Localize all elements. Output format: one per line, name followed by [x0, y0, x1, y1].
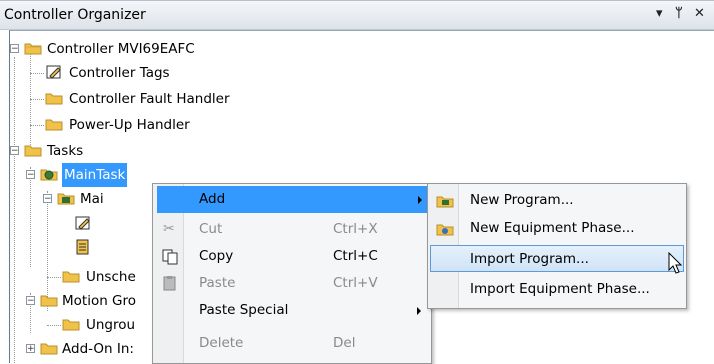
tree-item-label: Ungrou [86, 317, 136, 333]
program-icon [57, 193, 75, 205]
menu-item-cut[interactable]: ✂ Cut Ctrl+X [155, 216, 429, 243]
tree-item-label: Tasks [47, 143, 84, 159]
menu-item-label: Paste Special [199, 302, 289, 318]
tree-item-controller-tags[interactable]: Controller Tags [10, 61, 310, 85]
menu-item-label: Add [199, 191, 226, 207]
folder-icon [62, 271, 80, 283]
menu-item-paste-special[interactable]: Paste Special [155, 297, 429, 324]
menu-item-shortcut: Ctrl+X [333, 221, 378, 237]
folder-icon [40, 295, 58, 307]
tree-item-unscheduled[interactable]: Unsche [10, 265, 160, 289]
folder-icon [24, 43, 42, 55]
menu-item-label: Paste [199, 275, 236, 291]
tree-item-label: Add-On In: [62, 341, 134, 357]
menu-item-import-program[interactable]: Import Program... [430, 245, 684, 272]
tree-item-label: MainTask [62, 163, 128, 187]
scissors-icon: ✂ [163, 221, 175, 237]
tree-item-label: Power-Up Handler [69, 117, 190, 133]
pin-icon[interactable]: ᛘ [675, 6, 683, 21]
menu-item-label: New Program... [470, 192, 574, 208]
tree-item-label: Controller Tags [69, 65, 170, 81]
collapse-icon[interactable]: − [26, 170, 35, 180]
folder-icon [40, 343, 58, 355]
tree-item-label: Controller MVI69EAFC [47, 41, 195, 57]
tree-item-tasks[interactable]: − Tasks [10, 139, 310, 163]
routine-icon [76, 239, 89, 255]
menu-item-label: New Equipment Phase... [470, 220, 635, 236]
menu-item-paste[interactable]: Paste Ctrl+V [155, 270, 429, 297]
menu-item-label: Cut [199, 221, 223, 237]
copy-icon [162, 249, 178, 265]
tree-item-powerup-handler[interactable]: Power-Up Handler [10, 113, 310, 137]
new-program-icon [436, 196, 454, 208]
paste-icon [163, 276, 176, 291]
folder-icon [62, 319, 80, 331]
menu-item-delete[interactable]: Delete Del [155, 330, 429, 357]
dropdown-icon[interactable]: ▾ [656, 6, 663, 21]
submenu-arrow-icon [418, 196, 422, 204]
controller-organizer-panel: Controller Organizer ▾ ᛘ ✕ − Controller … [0, 0, 714, 364]
folder-icon [45, 93, 63, 105]
tree-item-label: Mai [80, 191, 104, 207]
tags-icon [46, 65, 61, 79]
menu-item-add[interactable]: Add [157, 186, 428, 213]
tree-item-label: Unsche [86, 269, 136, 285]
context-menu: Add ✂ Cut Ctrl+X Copy Ctrl+C Paste Ctrl+… [152, 183, 432, 364]
menu-item-label: Import Equipment Phase... [470, 281, 650, 297]
menu-item-shortcut: Ctrl+C [333, 248, 378, 264]
close-icon[interactable]: ✕ [694, 6, 705, 21]
tree-item-addon[interactable]: + Add-On In: [10, 337, 160, 361]
tree-item-motion-groups[interactable]: − Motion Gro [10, 289, 160, 313]
task-icon [40, 169, 58, 181]
menu-item-new-equipment-phase[interactable]: New Equipment Phase... [430, 215, 684, 242]
panel-titlebar: Controller Organizer ▾ ᛘ ✕ [0, 0, 714, 30]
collapse-icon[interactable]: − [10, 44, 19, 54]
menu-item-shortcut: Ctrl+V [333, 275, 378, 291]
menu-item-label: Import Program... [470, 251, 589, 267]
collapse-icon[interactable]: − [10, 146, 19, 156]
collapse-icon[interactable]: − [26, 296, 35, 306]
tree-item-controller[interactable]: − Controller MVI69EAFC [10, 37, 310, 61]
add-submenu: New Program... New Equipment Phase... Im… [427, 183, 687, 309]
tree-item-fault-handler[interactable]: Controller Fault Handler [10, 87, 310, 111]
tree-item-ungrouped[interactable]: Ungrou [10, 313, 160, 337]
folder-icon [45, 119, 63, 131]
submenu-arrow-icon [417, 307, 421, 315]
mouse-cursor-icon [668, 252, 683, 274]
collapse-icon[interactable]: − [43, 194, 52, 204]
menu-item-label: Delete [199, 335, 244, 351]
menu-item-label: Copy [199, 248, 234, 264]
expand-icon[interactable]: + [26, 344, 35, 354]
menu-item-new-program[interactable]: New Program... [430, 187, 684, 214]
program-tags-icon [75, 216, 90, 230]
menu-item-copy[interactable]: Copy Ctrl+C [155, 243, 429, 270]
panel-title: Controller Organizer [4, 7, 146, 23]
tree-item-label: Motion Gro [62, 293, 137, 309]
folder-icon [24, 145, 42, 157]
tree-item-label: Controller Fault Handler [69, 91, 230, 107]
menu-item-import-equipment-phase[interactable]: Import Equipment Phase... [430, 276, 684, 303]
menu-item-shortcut: Del [333, 335, 356, 351]
equipment-phase-icon [436, 224, 454, 236]
tree-item-mainprogram[interactable]: − Mai [10, 187, 160, 211]
